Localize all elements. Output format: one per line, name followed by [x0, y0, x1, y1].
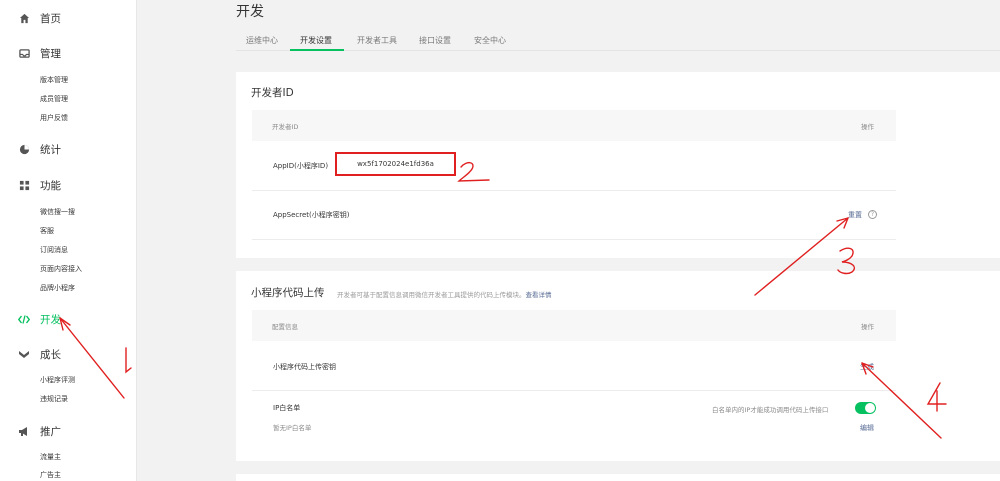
code-upload-title: 小程序代码上传 [251, 287, 325, 299]
dev-id-table-header: 开发者ID 操作 [252, 110, 896, 141]
nav-advertiser[interactable]: 广告主 [40, 470, 61, 480]
nav-develop-label: 开发 [40, 314, 61, 326]
reset-secret-link[interactable]: 重置 [848, 210, 862, 220]
nav-traffic-owner[interactable]: 流量主 [40, 452, 61, 462]
code-icon [18, 314, 30, 326]
nav-manage[interactable]: 管理 [18, 46, 61, 61]
appid-label: AppID(小程序ID) [273, 162, 329, 170]
row-divider [252, 190, 896, 191]
upload-table-header: 配置信息 操作 [252, 310, 896, 341]
tab-dev-settings[interactable]: 开发设置 [300, 35, 332, 46]
dev-id-col-action: 操作 [861, 123, 874, 131]
nav-features[interactable]: 功能 [18, 178, 61, 193]
nav-promote-label: 推广 [40, 426, 61, 438]
nav-page-content[interactable]: 页面内容接入 [40, 264, 82, 274]
nav-wechat-search[interactable]: 微信搜一搜 [40, 207, 75, 217]
nav-features-label: 功能 [40, 180, 61, 192]
pie-chart-icon [18, 144, 30, 156]
code-upload-desc-text: 开发者可基于配置信息调用微信开发者工具提供的代码上传模块。 [337, 291, 526, 299]
growth-icon [18, 349, 30, 361]
home-icon [18, 13, 30, 25]
appid-value[interactable]: wx5f1702024e1fd36a [335, 152, 456, 176]
row-divider [252, 390, 896, 391]
sidebar: 首页 管理 版本管理 成员管理 用户反馈 统计 功能 微信搜一搜 客服 订阅消息… [0, 0, 137, 481]
ip-whitelist-hint: 白名单内的IP才能成功调用代码上传接口 [712, 406, 829, 414]
tab-api-settings[interactable]: 接口设置 [419, 35, 451, 46]
ip-whitelist-label: IP白名单 [273, 404, 301, 412]
page-title: 开发 [236, 4, 264, 20]
nav-promote[interactable]: 推广 [18, 424, 61, 439]
tab-security-center[interactable]: 安全中心 [474, 35, 506, 46]
next-card [236, 474, 1000, 481]
megaphone-icon [18, 426, 30, 438]
nav-growth-label: 成长 [40, 349, 61, 361]
active-tab-indicator [290, 49, 344, 51]
code-upload-desc: 开发者可基于配置信息调用微信开发者工具提供的代码上传模块。查看详情 [337, 289, 552, 299]
nav-stats-label: 统计 [40, 144, 61, 156]
nav-user-feedback[interactable]: 用户反馈 [40, 113, 68, 123]
dev-id-col-label: 开发者ID [272, 123, 299, 131]
tab-dev-tools[interactable]: 开发者工具 [357, 35, 397, 46]
nav-subscribe-message[interactable]: 订阅消息 [40, 245, 68, 255]
tray-icon [18, 48, 30, 60]
main-content: 开发 运维中心 开发设置 开发者工具 接口设置 安全中心 开发者ID 开发者ID… [137, 0, 1000, 481]
view-details-link[interactable]: 查看详情 [526, 291, 552, 299]
nav-stats[interactable]: 统计 [18, 142, 61, 157]
dev-id-title: 开发者ID [251, 87, 294, 99]
upload-col-action: 操作 [861, 323, 874, 331]
row-divider [252, 239, 896, 240]
edit-ip-link[interactable]: 编辑 [860, 423, 874, 433]
tab-bar: 运维中心 开发设置 开发者工具 接口设置 安全中心 [236, 30, 1000, 51]
tab-ops-center[interactable]: 运维中心 [246, 35, 278, 46]
ip-whitelist-empty: 暂无IP白名单 [273, 424, 312, 432]
nav-violation-record[interactable]: 违规记录 [40, 394, 68, 404]
help-icon[interactable]: ? [868, 210, 877, 219]
nav-growth[interactable]: 成长 [18, 347, 61, 362]
nav-brand-miniprogram[interactable]: 品牌小程序 [40, 283, 75, 293]
upload-key-label: 小程序代码上传密钥 [273, 363, 336, 371]
nav-member-manage[interactable]: 成员管理 [40, 94, 68, 104]
upload-col-label: 配置信息 [272, 323, 298, 331]
grid-icon [18, 180, 30, 192]
appsecret-label: AppSecret(小程序密钥) [273, 211, 350, 219]
nav-home[interactable]: 首页 [18, 11, 61, 26]
nav-home-label: 首页 [40, 13, 61, 25]
generate-key-link[interactable]: 生成 [860, 362, 874, 372]
nav-miniprogram-review[interactable]: 小程序评测 [40, 375, 75, 385]
nav-develop[interactable]: 开发 [18, 312, 61, 327]
dev-id-card: 开发者ID 开发者ID 操作 AppID(小程序ID) wx5f1702024e… [236, 72, 1000, 258]
nav-manage-label: 管理 [40, 48, 61, 60]
nav-customer-service[interactable]: 客服 [40, 226, 54, 236]
nav-version-manage[interactable]: 版本管理 [40, 75, 68, 85]
ip-whitelist-toggle[interactable] [855, 402, 876, 414]
code-upload-card: 小程序代码上传 开发者可基于配置信息调用微信开发者工具提供的代码上传模块。查看详… [236, 271, 1000, 461]
